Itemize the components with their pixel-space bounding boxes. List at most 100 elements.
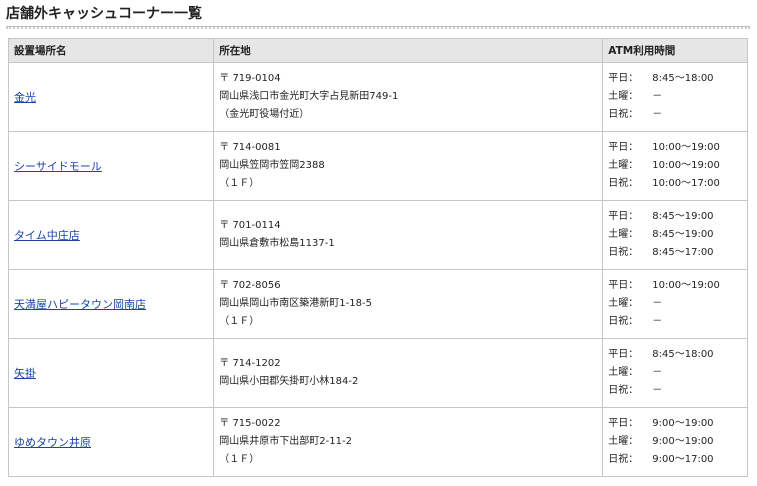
table-row: シーサイドモール 〒 714-0081 岡山県笠岡市笠岡2388 （１Ｆ） 平日… <box>7 131 748 201</box>
hours-label: 平日： <box>608 349 639 360</box>
hours-weekday: 平日： 10:00～19:00 <box>608 139 742 157</box>
location-link[interactable]: シーサイドモール <box>14 160 102 173</box>
hours-value: 8:45～19:00 <box>652 229 714 240</box>
hours-weekday: 平日： 8:45～18:00 <box>608 70 742 88</box>
address-text: 岡山県井原市下出部町2-11-2 <box>219 436 352 447</box>
hours-value: 8:45～19:00 <box>652 211 714 222</box>
hours-holiday: 日祝： 9:00～17:00 <box>608 451 742 469</box>
hours-value: 10:00～19:00 <box>652 160 720 171</box>
table-row: 矢掛 〒 714-1202 岡山県小田郡矢掛町小林184-2 平日： 8:45～1… <box>7 338 748 408</box>
hours-label: 土曜： <box>608 229 639 240</box>
hours-value: － <box>652 298 663 309</box>
hours-value: － <box>652 367 663 378</box>
header-location-name: 設置場所名 <box>7 38 215 63</box>
hours-cell: 平日： 8:45～19:00 土曜： 8:45～19:00 日祝： 8:45～17:0… <box>602 200 748 270</box>
hours-weekday: 平日： 10:00～19:00 <box>608 277 742 295</box>
hours-label: 平日： <box>608 280 639 291</box>
address-cell: 〒 715-0022 岡山県井原市下出部町2-11-2 （１Ｆ） <box>213 407 604 477</box>
hours-value: 8:45～17:00 <box>652 247 714 258</box>
hours-label: 日祝： <box>608 178 639 189</box>
location-link[interactable]: タイム中庄店 <box>14 229 80 242</box>
location-link[interactable]: 金光 <box>14 91 36 104</box>
hours-holiday: 日祝： － <box>608 313 742 331</box>
hours-saturday: 土曜： － <box>608 88 742 106</box>
hours-value: － <box>652 109 663 120</box>
table-row: 天満屋ハピータウン岡南店 〒 702-8056 岡山県岡山市南区築港新町1-18… <box>7 269 748 339</box>
postal-code: 〒 701-0114 <box>219 220 281 231</box>
hours-holiday: 日祝： － <box>608 106 742 124</box>
postal-code: 〒 714-0081 <box>219 142 281 153</box>
hours-weekday: 平日： 8:45～18:00 <box>608 346 742 364</box>
hours-value: 10:00～19:00 <box>652 142 720 153</box>
hours-cell: 平日： 8:45～18:00 土曜： － 日祝： － <box>602 62 748 132</box>
address-cell: 〒 714-1202 岡山県小田郡矢掛町小林184-2 <box>213 338 604 408</box>
hours-label: 平日： <box>608 73 639 84</box>
hours-label: 土曜： <box>608 91 639 102</box>
address-text: 岡山県倉敷市松島1137-1 <box>219 238 335 249</box>
hours-value: 10:00～17:00 <box>652 178 720 189</box>
postal-code: 〒 702-8056 <box>219 280 281 291</box>
address-cell: 〒 719-0104 岡山県浅口市金光町大字占見新田749-1 （金光町役場付近… <box>213 62 604 132</box>
title-divider <box>6 26 750 29</box>
table-header-row: 設置場所名 所在地 ATM利用時間 <box>7 38 748 63</box>
address-text: 岡山県笠岡市笠岡2388 <box>219 160 325 171</box>
table-row: 金光 〒 719-0104 岡山県浅口市金光町大字占見新田749-1 （金光町役… <box>7 62 748 132</box>
address-text: 岡山県岡山市南区築港新町1-18-5 <box>219 298 372 309</box>
hours-label: 日祝： <box>608 109 639 120</box>
hours-value: 8:45～18:00 <box>652 73 714 84</box>
address-note: （１Ｆ） <box>219 454 260 465</box>
hours-saturday: 土曜： － <box>608 295 742 313</box>
location-name-cell: シーサイドモール <box>7 131 215 201</box>
table-row: ゆめタウン井原 〒 715-0022 岡山県井原市下出部町2-11-2 （１Ｆ）… <box>7 407 748 477</box>
hours-saturday: 土曜： 10:00～19:00 <box>608 157 742 175</box>
hours-label: 日祝： <box>608 316 639 327</box>
hours-label: 日祝： <box>608 454 639 465</box>
location-link[interactable]: ゆめタウン井原 <box>14 436 91 449</box>
hours-saturday: 土曜： 8:45～19:00 <box>608 226 742 244</box>
hours-cell: 平日： 10:00～19:00 土曜： － 日祝： － <box>602 269 748 339</box>
postal-code: 〒 715-0022 <box>219 418 281 429</box>
hours-weekday: 平日： 8:45～19:00 <box>608 208 742 226</box>
hours-label: 土曜： <box>608 367 639 378</box>
header-atm-hours: ATM利用時間 <box>602 38 748 63</box>
hours-value: 9:00～19:00 <box>652 436 714 447</box>
hours-saturday: 土曜： 9:00～19:00 <box>608 433 742 451</box>
hours-cell: 平日： 10:00～19:00 土曜： 10:00～19:00 日祝： 10:00～1… <box>602 131 748 201</box>
address-note: （１Ｆ） <box>219 316 260 327</box>
hours-cell: 平日： 8:45～18:00 土曜： － 日祝： － <box>602 338 748 408</box>
hours-value: 10:00～19:00 <box>652 280 720 291</box>
hours-label: 平日： <box>608 142 639 153</box>
hours-weekday: 平日： 9:00～19:00 <box>608 415 742 433</box>
page-title: 店舗外キャッシュコーナー一覧 <box>6 6 202 22</box>
hours-cell: 平日： 9:00～19:00 土曜： 9:00～19:00 日祝： 9:00～17:0… <box>602 407 748 477</box>
address-text: 岡山県小田郡矢掛町小林184-2 <box>219 376 359 387</box>
location-link[interactable]: 矢掛 <box>14 367 36 380</box>
hours-label: 日祝： <box>608 247 639 258</box>
atm-location-table: 設置場所名 所在地 ATM利用時間 金光 〒 719-0104 岡山県浅口市金光… <box>7 38 748 477</box>
address-note: （金光町役場付近） <box>219 109 310 120</box>
location-name-cell: タイム中庄店 <box>7 200 215 270</box>
hours-label: 平日： <box>608 211 639 222</box>
hours-value: － <box>652 316 663 327</box>
table-row: タイム中庄店 〒 701-0114 岡山県倉敷市松島1137-1 平日： 8:45… <box>7 200 748 270</box>
address-note: （１Ｆ） <box>219 178 260 189</box>
hours-label: 土曜： <box>608 436 639 447</box>
location-name-cell: 金光 <box>7 62 215 132</box>
hours-value: 9:00～19:00 <box>652 418 714 429</box>
postal-code: 〒 719-0104 <box>219 73 281 84</box>
address-text: 岡山県浅口市金光町大字占見新田749-1 <box>219 91 399 102</box>
hours-value: 9:00～17:00 <box>652 454 714 465</box>
hours-holiday: 日祝： 10:00～17:00 <box>608 175 742 193</box>
hours-label: 日祝： <box>608 385 639 396</box>
postal-code: 〒 714-1202 <box>219 358 281 369</box>
hours-value: － <box>652 91 663 102</box>
hours-label: 平日： <box>608 418 639 429</box>
hours-value: － <box>652 385 663 396</box>
location-link[interactable]: 天満屋ハピータウン岡南店 <box>14 298 146 311</box>
address-cell: 〒 714-0081 岡山県笠岡市笠岡2388 （１Ｆ） <box>213 131 604 201</box>
hours-holiday: 日祝： 8:45～17:00 <box>608 244 742 262</box>
hours-value: 8:45～18:00 <box>652 349 714 360</box>
hours-saturday: 土曜： － <box>608 364 742 382</box>
location-name-cell: 矢掛 <box>7 338 215 408</box>
hours-holiday: 日祝： － <box>608 382 742 400</box>
